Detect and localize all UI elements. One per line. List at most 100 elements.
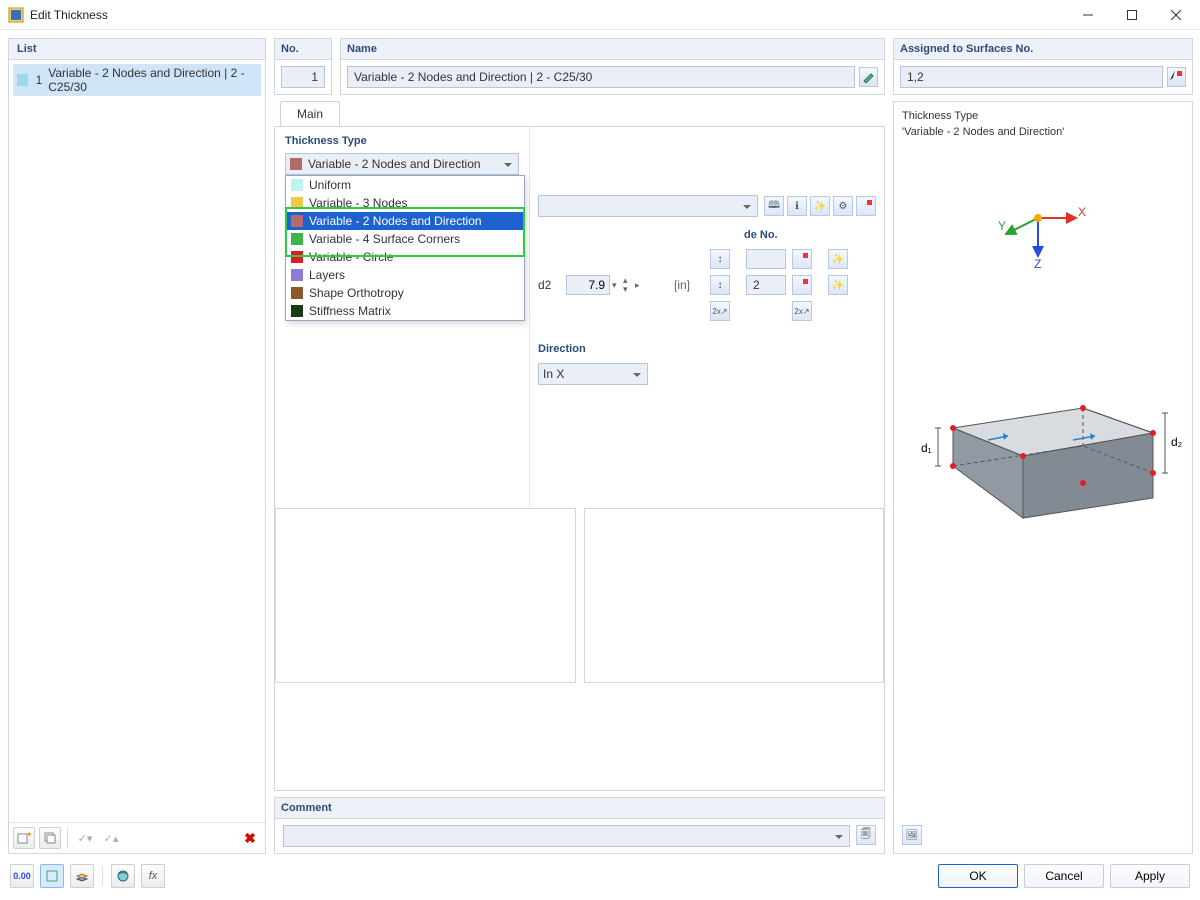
dim-2x-left-button[interactable]: 2x↗ bbox=[710, 301, 730, 321]
list-item-swatch bbox=[17, 74, 28, 86]
material-select[interactable] bbox=[538, 195, 758, 217]
material-lib-button[interactable]: 🕮 bbox=[764, 196, 784, 216]
copy-item-button[interactable] bbox=[39, 827, 61, 849]
list-item-label: Variable - 2 Nodes and Direction | 2 - C… bbox=[48, 66, 257, 94]
step-down-icon[interactable]: ▾ bbox=[623, 285, 633, 294]
dim-d2-node[interactable] bbox=[746, 275, 786, 295]
material-row: 🕮 ℹ ✨ ⚙ bbox=[538, 195, 876, 217]
preview-panel: Thickness Type 'Variable - 2 Nodes and D… bbox=[893, 101, 1193, 854]
swatch-icon bbox=[291, 269, 303, 281]
titlebar: Edit Thickness bbox=[0, 0, 1200, 30]
dim-d1-node[interactable] bbox=[746, 249, 786, 269]
dim-2x-right-button[interactable]: 2x↗ bbox=[792, 301, 812, 321]
swatch-icon bbox=[291, 215, 303, 227]
dim-d1-pick[interactable] bbox=[792, 249, 812, 269]
list-body[interactable]: 1 Variable - 2 Nodes and Direction | 2 -… bbox=[9, 60, 265, 822]
dim-d2-spinner[interactable]: ▾ ▴▾ ▸ bbox=[566, 275, 644, 295]
axes-icon: X Y Z bbox=[998, 198, 1088, 268]
chevron-right-icon[interactable]: ▸ bbox=[635, 281, 644, 290]
option-variable-4-surface-corners[interactable]: Variable - 4 Surface Corners bbox=[286, 230, 524, 248]
preview-settings-button[interactable]: 🖼 bbox=[902, 825, 922, 845]
list-item[interactable]: 1 Variable - 2 Nodes and Direction | 2 -… bbox=[13, 64, 261, 96]
tab-strip: Main bbox=[274, 101, 885, 126]
direction-label: Direction bbox=[538, 343, 876, 355]
check-out-button[interactable]: ✓▴ bbox=[100, 827, 122, 849]
window-title: Edit Thickness bbox=[30, 8, 1066, 22]
dim-d2-new[interactable]: ✨ bbox=[828, 275, 848, 295]
comment-label: Comment bbox=[275, 798, 884, 819]
assigned-field[interactable] bbox=[900, 66, 1163, 88]
material-info-button[interactable]: ℹ bbox=[787, 196, 807, 216]
function-button[interactable]: fx bbox=[141, 864, 165, 888]
preview-pane-left bbox=[275, 508, 576, 683]
new-item-button[interactable]: ✦ bbox=[13, 827, 35, 849]
material-pick-button[interactable] bbox=[856, 196, 876, 216]
delete-item-button[interactable]: ✖ bbox=[239, 827, 261, 849]
cancel-button[interactable]: Cancel bbox=[1024, 864, 1104, 888]
tab-body: Thickness Type Variable - 2 Nodes and Di… bbox=[274, 126, 885, 791]
direction-select[interactable]: In X bbox=[538, 363, 648, 385]
dim-d2-value[interactable] bbox=[566, 275, 610, 295]
preview-pane-right bbox=[584, 508, 885, 683]
comment-group: Comment 🗐 bbox=[274, 797, 885, 854]
option-variable-3-nodes[interactable]: Variable - 3 Nodes bbox=[286, 194, 524, 212]
bottom-bar: 0.00 fx OK Cancel Apply bbox=[8, 860, 1192, 892]
layers-button[interactable] bbox=[70, 864, 94, 888]
swatch-icon bbox=[291, 287, 303, 299]
name-label: Name bbox=[341, 39, 884, 60]
minimize-button[interactable] bbox=[1066, 0, 1110, 30]
option-variable-circle[interactable]: Variable - Circle bbox=[286, 248, 524, 266]
list-item-num: 1 bbox=[34, 73, 43, 87]
comment-copy-button[interactable]: 🗐 bbox=[856, 825, 876, 845]
dim-d1-mode-button[interactable]: ↕ bbox=[710, 249, 730, 269]
thickness-diagram: d₁ d₂ bbox=[903, 378, 1183, 548]
name-group: Name bbox=[340, 38, 885, 95]
option-stiffness-matrix[interactable]: Stiffness Matrix bbox=[286, 302, 524, 320]
units-button[interactable]: 0.00 bbox=[10, 864, 34, 888]
globe-button[interactable] bbox=[111, 864, 135, 888]
direction-value: In X bbox=[543, 367, 564, 381]
svg-text:Z: Z bbox=[1034, 257, 1041, 268]
option-shape-orthotropy[interactable]: Shape Orthotropy bbox=[286, 284, 524, 302]
material-edit-button[interactable]: ⚙ bbox=[833, 196, 853, 216]
thickness-type-dropdown[interactable]: Variable - 2 Nodes and Direction Uniform… bbox=[285, 153, 519, 175]
tab-main[interactable]: Main bbox=[280, 101, 340, 126]
rename-button[interactable] bbox=[859, 67, 878, 87]
dim-d2-label: d2 bbox=[538, 278, 560, 292]
dim-d2-label-diagram: d₂ bbox=[1171, 435, 1183, 449]
swatch-icon bbox=[291, 305, 303, 317]
name-field[interactable] bbox=[347, 66, 855, 88]
preview-head: Thickness Type bbox=[902, 110, 1184, 122]
dim-d2-mode-button[interactable]: ↕ bbox=[710, 275, 730, 295]
app-icon bbox=[8, 7, 24, 23]
apply-button[interactable]: Apply bbox=[1110, 864, 1190, 888]
dim-d2-pick[interactable] bbox=[792, 275, 812, 295]
no-group: No. bbox=[274, 38, 332, 95]
close-button[interactable] bbox=[1154, 0, 1198, 30]
list-footer: ✦ ✓▾ ✓▴ ✖ bbox=[9, 822, 265, 853]
svg-text:✦: ✦ bbox=[26, 831, 31, 839]
ok-button[interactable]: OK bbox=[938, 864, 1018, 888]
check-in-button[interactable]: ✓▾ bbox=[74, 827, 96, 849]
list-panel: List 1 Variable - 2 Nodes and Direction … bbox=[8, 38, 266, 854]
option-uniform[interactable]: Uniform bbox=[286, 176, 524, 194]
dim-d1-new[interactable]: ✨ bbox=[828, 249, 848, 269]
maximize-button[interactable] bbox=[1110, 0, 1154, 30]
swatch-icon bbox=[291, 197, 303, 209]
grid-button[interactable] bbox=[40, 864, 64, 888]
option-layers[interactable]: Layers bbox=[286, 266, 524, 284]
no-field[interactable] bbox=[281, 66, 325, 88]
pick-surfaces-button[interactable] bbox=[1167, 67, 1186, 87]
list-header: List bbox=[9, 39, 265, 60]
dim-d2-unit: [in] bbox=[674, 278, 704, 292]
swatch-icon bbox=[291, 233, 303, 245]
chevron-down-icon[interactable]: ▾ bbox=[612, 281, 621, 290]
material-new-button[interactable]: ✨ bbox=[810, 196, 830, 216]
thickness-type-selected-swatch bbox=[290, 158, 302, 170]
thickness-type-selected-text: Variable - 2 Nodes and Direction bbox=[308, 157, 481, 171]
no-label: No. bbox=[275, 39, 331, 60]
comment-field[interactable] bbox=[283, 825, 850, 847]
swatch-icon bbox=[291, 179, 303, 191]
option-variable-2-nodes-direction[interactable]: Variable - 2 Nodes and Direction bbox=[286, 212, 524, 230]
dimensions-grid: d1 ↕ ✨ d2 ▾ bbox=[538, 249, 876, 321]
